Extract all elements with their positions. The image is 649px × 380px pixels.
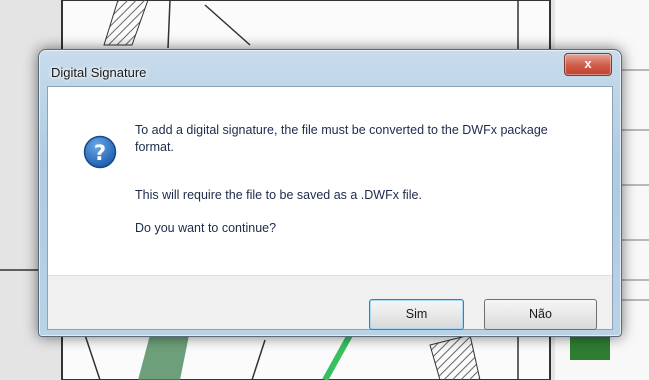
message-convert: To add a digital signature, the file mus…	[135, 123, 548, 154]
close-button[interactable]: x	[564, 53, 612, 76]
close-icon: x	[584, 56, 592, 71]
no-button[interactable]: Não	[484, 299, 597, 330]
svg-text:?: ?	[94, 141, 106, 165]
dialog-title-bar[interactable]: Digital Signature x	[39, 50, 621, 86]
message-continue: Do you want to continue?	[135, 221, 277, 235]
digital-signature-dialog: Digital Signature x ? To add a digital s…	[38, 49, 622, 337]
dialog-content: ? To add a digital signature, the file m…	[48, 87, 612, 275]
question-icon: ?	[83, 135, 117, 169]
dialog-client-area: ? To add a digital signature, the file m…	[47, 86, 613, 330]
message-save-dwfx: This will require the file to be saved a…	[135, 188, 422, 202]
yes-button[interactable]: Sim	[369, 299, 464, 330]
dialog-title: Digital Signature	[51, 65, 147, 80]
